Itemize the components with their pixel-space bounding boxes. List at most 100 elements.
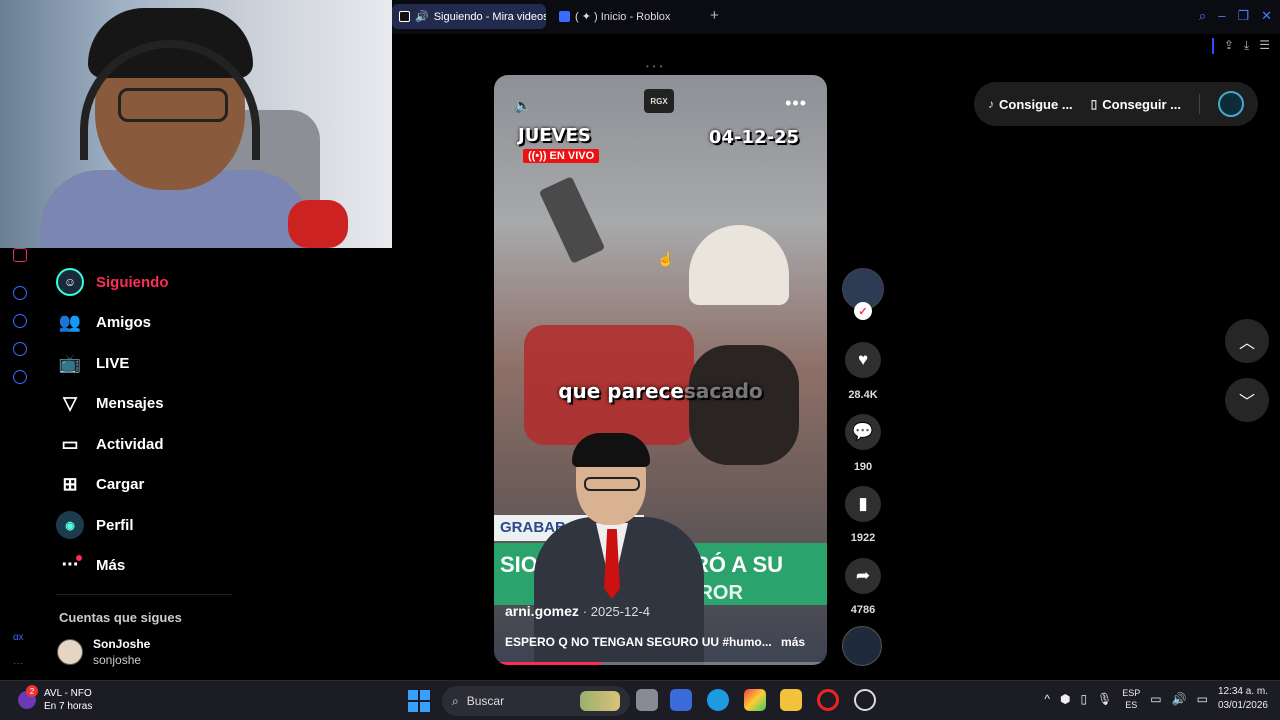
music-disc-icon[interactable] [842, 626, 882, 666]
search-placeholder: Buscar [466, 694, 505, 708]
more-options-icon[interactable]: ••• [785, 93, 807, 114]
tab-tiktok[interactable]: 🔊 Siguiendo - Mira videos [392, 4, 546, 29]
video-presenter [534, 433, 709, 665]
keyboard-code: ES [1125, 700, 1138, 710]
comment-count: 190 [853, 461, 873, 473]
instagram-icon[interactable] [13, 248, 27, 262]
save-button[interactable]: ▮ [845, 486, 881, 522]
caption-more-link[interactable]: más [781, 635, 805, 649]
history-icon[interactable] [13, 314, 27, 328]
language-code: ESP [1122, 688, 1141, 698]
volume-icon[interactable]: 🔈 [514, 97, 531, 114]
subtitle-main: que parece [558, 379, 684, 403]
network-icon[interactable]: ▭ [1150, 692, 1161, 706]
volume-icon[interactable]: 🔊 [1172, 692, 1187, 706]
video-progress-bar[interactable] [494, 662, 827, 665]
windows-taskbar: 2 AVL - NFO En 7 horas ⌕ Buscar ^ ⬢ ▯ 🎙 … [0, 680, 1280, 720]
system-tray: ^ ⬢ ▯ 🎙 ESP ES ▭ 🔊 ▭ 12:34 a. m. 03/01/2… [1044, 685, 1268, 713]
comment-button[interactable]: 💬 [845, 414, 881, 450]
sidebar-item-label: Mensajes [96, 395, 164, 413]
get-app-button[interactable]: ▯ Conseguir ... [1091, 97, 1181, 112]
new-tab-button[interactable]: + [710, 8, 719, 24]
strip-label: ɑx [13, 632, 24, 643]
share-button[interactable]: ➦ [845, 558, 881, 594]
tab-label: ( ✦ ) Inicio - Roblox [575, 11, 671, 23]
opera-icon[interactable] [817, 689, 839, 711]
battery-icon[interactable]: ▭ [1197, 692, 1208, 706]
pill-label: Consigue ... [999, 96, 1073, 112]
sidebar-item-label: Más [96, 557, 126, 575]
minimize-icon[interactable]: – [1218, 8, 1225, 24]
tab-label: Siguiendo - Mira videos [433, 10, 546, 23]
video-author[interactable]: arni.gomez · 2025-12-4 [505, 603, 650, 619]
tiktok-icon [399, 11, 410, 22]
account-handle: sonjoshe [93, 653, 142, 667]
settings-icon[interactable] [13, 370, 27, 384]
chevron-up-icon[interactable]: ^ [1044, 692, 1050, 706]
security-icon[interactable]: ⬢ [1060, 692, 1070, 706]
video-date-label: 04-12-25 [708, 127, 799, 148]
usb-icon[interactable]: ▯ [1080, 692, 1087, 706]
following-account[interactable]: SonJoshe sonjoshe [57, 636, 150, 668]
sidebar-item-mensajes[interactable]: ▽ Mensajes [56, 384, 256, 425]
webcam-glasses [118, 88, 228, 122]
more-dots-icon[interactable]: ··· [13, 658, 23, 669]
sidebar-item-label: Cargar [96, 476, 145, 494]
start-button[interactable] [408, 690, 430, 712]
browser-tab-bar: 🔊 Siguiendo - Mira videos ( ✦ ) Inicio -… [392, 0, 1280, 34]
like-button[interactable]: ♥ [845, 342, 881, 378]
sidebar-item-label: Amigos [96, 314, 152, 332]
language-indicator[interactable]: ESP ES [1122, 687, 1140, 711]
following-avatar-icon: ☺ [56, 268, 84, 297]
pill-label: Conseguir ... [1102, 96, 1182, 112]
restore-icon[interactable]: ❐ [1237, 8, 1249, 24]
weather-widget[interactable]: 2 AVL - NFO En 7 horas [18, 685, 92, 713]
sidebar-item-perfil[interactable]: ◉ Perfil [56, 505, 256, 546]
sidebar-item-amigos[interactable]: 👥 Amigos [56, 303, 256, 344]
sidebar-item-actividad[interactable]: ▭ Actividad [56, 424, 256, 465]
post-date: 2025-12-4 [590, 604, 651, 619]
obs-icon[interactable] [854, 689, 876, 711]
chevron-down-icon: ﹀ [1238, 394, 1255, 411]
taskbar-search[interactable]: ⌕ Buscar [442, 686, 630, 716]
search-icon: ⌕ [452, 693, 459, 708]
video-subtitle: que parecesacado [494, 379, 827, 403]
friends-icon: 👥 [58, 312, 82, 333]
menu-icon[interactable]: ☰ [1259, 38, 1270, 54]
messages-icon: ▽ [63, 393, 77, 414]
audio-icon: 🔊 [415, 11, 429, 23]
tab-roblox[interactable]: ( ✦ ) Inicio - Roblox [552, 4, 702, 29]
task-view-icon[interactable] [636, 689, 658, 711]
share-icon[interactable]: ⇪ [1224, 38, 1234, 54]
previous-video-button[interactable]: ︿ [1225, 319, 1269, 363]
edge-icon[interactable] [707, 689, 729, 711]
sidebar-item-live[interactable]: 📺 LIVE [56, 343, 256, 384]
microphone-icon[interactable]: 🎙 [1097, 692, 1112, 706]
weather-icon: 2 [18, 685, 38, 709]
sidebar-item-cargar[interactable]: ⊞ Cargar [56, 465, 256, 506]
author-name[interactable]: arni.gomez [505, 603, 579, 619]
clock[interactable]: 12:34 a. m. 03/01/2026 [1218, 685, 1268, 713]
sidebar-item-siguiendo[interactable]: ☺ Siguiendo [56, 262, 256, 303]
store-icon[interactable] [670, 689, 692, 711]
get-coins-button[interactable]: ♪ Consigue ... [988, 97, 1073, 112]
file-explorer-icon[interactable] [780, 689, 802, 711]
search-icon[interactable]: ⌕ [1199, 8, 1206, 24]
save-count: 1922 [850, 532, 876, 544]
following-heading: Cuentas que sigues [59, 610, 182, 625]
subtitle-fade: sacado [683, 379, 763, 403]
next-video-button[interactable]: ﹀ [1225, 378, 1269, 422]
video-progress-fill [494, 662, 601, 665]
sidebar-item-mas[interactable]: ··· Más [56, 546, 256, 587]
follow-check-icon[interactable]: ✓ [854, 302, 872, 320]
presenter-glasses [584, 477, 640, 491]
window-controls: ⌕ – ❐ ✕ [1199, 8, 1272, 24]
like-count: 28.4K [848, 389, 878, 401]
close-icon[interactable]: ✕ [1261, 8, 1272, 24]
extensions-icon[interactable] [13, 342, 27, 356]
video-player[interactable]: 🔈 RGX ••• JUEVES ((•)) EN VIVO 04-12-25 … [494, 75, 827, 665]
play-icon[interactable] [13, 286, 27, 300]
download-icon[interactable]: ⤓ [1244, 38, 1249, 54]
copilot-icon[interactable] [744, 689, 766, 711]
user-avatar[interactable] [1218, 91, 1245, 117]
